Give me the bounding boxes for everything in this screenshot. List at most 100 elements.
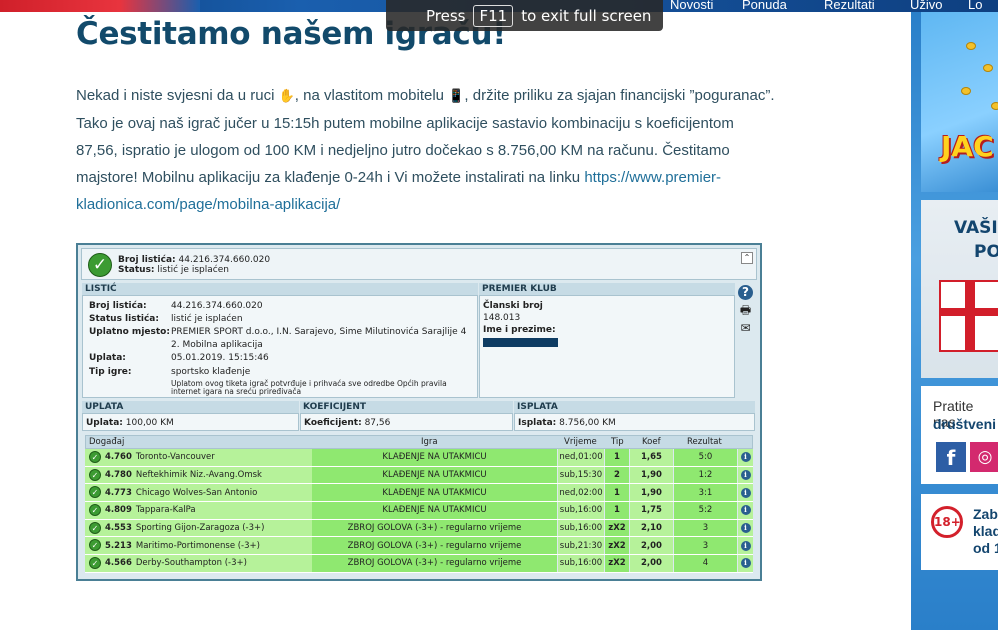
- info-cell[interactable]: i: [738, 484, 753, 502]
- fullscreen-notice: Press F11 to exit full screen: [386, 0, 663, 31]
- event-code: 4.773: [105, 487, 132, 498]
- age-notice: 18+ Zab klad od 1: [921, 494, 998, 570]
- value: 2. Mobilna aplikacija: [171, 340, 263, 350]
- nav-item-uzivo[interactable]: Uživo: [910, 0, 943, 12]
- odd-cell: 1,65: [630, 449, 673, 466]
- coin-icon: [966, 42, 976, 50]
- age-text: Zab klad od 1: [973, 506, 998, 556]
- instagram-icon[interactable]: ◎: [970, 442, 998, 472]
- time-cell: sub,16:00: [558, 555, 604, 572]
- value: 100,00 KM: [125, 418, 174, 428]
- gift-banner[interactable]: VAŠI PO: [921, 200, 998, 378]
- check-icon: ✓: [89, 504, 101, 517]
- info-cell[interactable]: i: [738, 502, 753, 519]
- result-cell: 5:0: [674, 449, 737, 466]
- check-icon: ✓: [89, 468, 101, 481]
- tip-cell: 1: [605, 449, 629, 466]
- info-icon[interactable]: i: [740, 540, 751, 551]
- tip-cell: 1: [605, 502, 629, 519]
- info-cell[interactable]: i: [738, 519, 753, 537]
- text-part: , na vlastitom mobitelu: [294, 87, 449, 104]
- banner-line: VAŠI: [954, 218, 998, 238]
- site-logo[interactable]: [0, 0, 200, 12]
- coin-icon: [991, 102, 998, 110]
- event-code: 4.760: [105, 452, 132, 463]
- right-sidebar: JAC VAŠI PO Pratite nas društveni f ◎ 18…: [911, 12, 998, 630]
- ticket-image: ✓ Broj listića: 44.216.374.660.020 Statu…: [76, 243, 762, 581]
- nav-item-rezultati[interactable]: Rezultati: [824, 0, 875, 12]
- info-icon[interactable]: i: [740, 558, 751, 569]
- uplata-title: UPLATA: [82, 401, 299, 413]
- nav-item-lo[interactable]: Lo: [968, 0, 982, 12]
- time-cell: sub,16:00: [558, 502, 604, 519]
- text-part: Nekad i niste svjesni da u ruci: [76, 87, 279, 104]
- banner-line: PO: [974, 242, 998, 262]
- odd-cell: 1,75: [630, 502, 673, 519]
- print-icon[interactable]: 🖶: [738, 303, 753, 318]
- isplata-box: Isplata: 8.756,00 KM: [514, 413, 755, 431]
- col-result: Rezultat: [687, 437, 722, 447]
- collapse-icon[interactable]: ⌃: [741, 252, 753, 264]
- check-icon: ✓: [88, 253, 112, 277]
- ticket-header: ✓ Broj listića: 44.216.374.660.020 Statu…: [81, 248, 757, 280]
- event-cell: 4.553 Sporting Gijon-Zaragoza (-3+): [85, 519, 312, 537]
- value: 8.756,00 KM: [559, 418, 616, 428]
- isplata-title: ISPLATA: [514, 401, 755, 413]
- gift-icon: [939, 280, 998, 352]
- event-cell: 4.566 Derby-Southampton (-3+): [85, 555, 312, 572]
- phone-icon: 📱: [448, 89, 465, 104]
- check-icon: ✓: [89, 451, 101, 463]
- event-name: Derby-Southampton (-3+): [135, 558, 247, 569]
- help-icon[interactable]: ?: [738, 285, 753, 300]
- label: Uplata:: [86, 418, 123, 428]
- game-cell: ZBROJ GOLOVA (-3+) - regularno vrijeme: [312, 537, 557, 555]
- table-row: 5.213 Maritimo-Portimonense (-3+) ✓ ZBROJ G…: [85, 537, 753, 556]
- info-icon[interactable]: i: [740, 470, 751, 481]
- info-cell[interactable]: i: [738, 537, 753, 555]
- jackpot-banner[interactable]: JAC: [921, 12, 998, 192]
- event-name: Sporting Gijon-Zaragoza (-3+): [135, 523, 265, 534]
- time-cell: sub,15:30: [558, 466, 604, 484]
- tip-cell: 2: [605, 466, 629, 484]
- event-code: 4.553: [105, 523, 132, 534]
- result-cell: 1:2: [674, 466, 737, 484]
- facebook-icon[interactable]: f: [936, 442, 966, 472]
- label: Tip igre:: [89, 367, 132, 377]
- info-cell[interactable]: i: [738, 449, 753, 466]
- age-18-badge: 18+: [931, 506, 963, 538]
- nav-item-novosti[interactable]: Novosti: [670, 0, 713, 12]
- result-cell: 3: [674, 519, 737, 537]
- label: Broj listića:: [118, 255, 176, 265]
- table-row: 4.809 Tappara-KalPa ✓ KLAĐENJE NA UTAKMICU s…: [85, 502, 753, 520]
- social-text: društveni: [933, 416, 997, 432]
- info-cell[interactable]: i: [738, 466, 753, 484]
- label: Uplata:: [89, 353, 126, 363]
- label: Članski broj: [483, 301, 543, 311]
- col-event: Događaj: [89, 437, 125, 447]
- event-name: Neftekhimik Niz.-Avang.Omsk: [135, 470, 262, 481]
- time-cell: ned,01:00: [558, 449, 604, 466]
- tip-cell: zX2: [605, 555, 629, 572]
- game-cell: KLAĐENJE NA UTAKMICU: [312, 502, 557, 519]
- nav-item-ponuda[interactable]: Ponuda: [742, 0, 787, 12]
- label: Isplata:: [518, 418, 557, 428]
- table-row: 4.780 Neftekhimik Niz.-Avang.Omsk ✓ KLAĐENJ…: [85, 466, 753, 485]
- label: Uplatno mjesto:: [89, 327, 170, 337]
- col-odd: Koef: [642, 437, 661, 447]
- ticket-actions: ? 🖶 ✉: [738, 285, 756, 339]
- time-cell: ned,02:00: [558, 484, 604, 502]
- info-icon[interactable]: i: [740, 487, 751, 498]
- game-cell: KLAĐENJE NA UTAKMICU: [312, 466, 557, 484]
- odd-cell: 1,90: [630, 484, 673, 502]
- mask-icon[interactable]: ✉: [738, 321, 753, 336]
- uplata-box: Uplata: 100,00 KM: [82, 413, 299, 431]
- info-icon[interactable]: i: [740, 452, 751, 463]
- tip-cell: 1: [605, 484, 629, 502]
- label: Koeficijent:: [304, 418, 362, 428]
- value: listić je isplaćen: [171, 314, 243, 324]
- info-icon[interactable]: i: [740, 523, 751, 534]
- terms-note: Uplatom ovog tiketa igrač potvrđuje i pr…: [171, 379, 447, 396]
- info-cell[interactable]: i: [738, 555, 753, 572]
- info-icon[interactable]: i: [740, 505, 751, 516]
- member-number: 148.013: [483, 313, 521, 323]
